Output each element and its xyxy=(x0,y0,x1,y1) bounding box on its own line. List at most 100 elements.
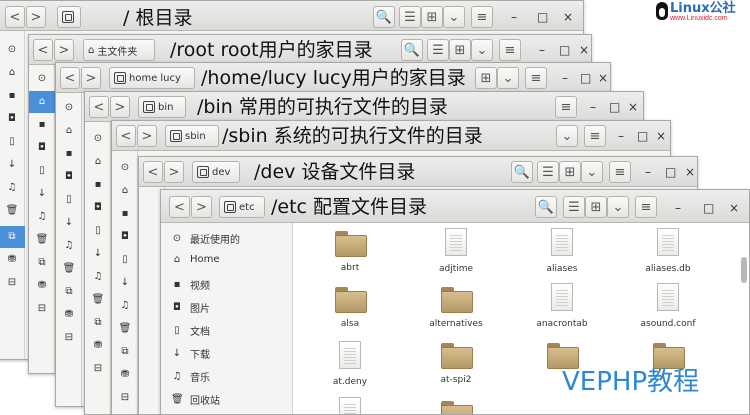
forward-button[interactable]: > xyxy=(110,96,130,118)
minimize-button[interactable]: – xyxy=(590,101,596,113)
path-bar[interactable]: home lucy xyxy=(109,67,195,89)
maximize-button[interactable]: □ xyxy=(703,202,714,214)
path-bar[interactable]: bin xyxy=(138,96,186,118)
file-item[interactable]: adjtime xyxy=(411,228,501,274)
file-item[interactable]: alternatives xyxy=(411,287,501,329)
network-icon[interactable]: ⛃ xyxy=(85,341,111,351)
pictures-icon[interactable]: ◘ xyxy=(85,203,111,213)
documents-icon[interactable]: ▯ xyxy=(29,166,55,176)
home-icon[interactable]: ⌂ xyxy=(56,126,82,136)
maximize-button[interactable]: □ xyxy=(580,72,591,84)
file-item[interactable]: aliases.db xyxy=(623,228,713,274)
back-button[interactable]: < xyxy=(5,6,25,28)
minimize-button[interactable]: – xyxy=(511,11,517,23)
pictures-icon[interactable]: ◘ xyxy=(29,143,55,153)
home-icon[interactable]: ⌂ xyxy=(112,186,138,196)
video-icon[interactable]: ▪ xyxy=(85,180,111,190)
connect-server-icon[interactable]: ⊟ xyxy=(56,333,82,343)
video-icon[interactable]: ▪ xyxy=(112,209,138,219)
forward-button[interactable]: > xyxy=(191,196,212,218)
view-options-button[interactable]: ⌄ xyxy=(607,196,629,218)
forward-button[interactable]: > xyxy=(81,67,101,89)
sidebar-item-music[interactable]: ♫ 音乐 xyxy=(171,369,210,384)
list-view-button[interactable]: ☰ xyxy=(399,6,421,28)
view-options-button[interactable]: ⌄ xyxy=(556,125,578,147)
back-button[interactable]: < xyxy=(60,67,80,89)
music-icon[interactable]: ♫ xyxy=(85,272,111,282)
path-segment-home-folder[interactable]: 主文件夹 xyxy=(97,43,137,58)
close-button[interactable]: × xyxy=(729,202,739,214)
sidebar-item-videos[interactable]: ▪ 视频 xyxy=(171,277,210,292)
recent-icon[interactable]: ⊙ xyxy=(29,74,55,84)
minimize-button[interactable]: – xyxy=(675,202,681,214)
connect-server-icon[interactable]: ⊟ xyxy=(85,364,111,374)
path-bar[interactable]: ⌂ 主文件夹 xyxy=(83,39,155,61)
view-options-button[interactable]: ⌄ xyxy=(443,6,465,28)
documents-icon[interactable]: ▯ xyxy=(85,226,111,236)
path-bar[interactable]: sbin xyxy=(165,125,219,147)
view-options-button[interactable]: ⌄ xyxy=(581,161,603,183)
grid-view-button[interactable]: ⊞ xyxy=(585,196,607,218)
search-button[interactable]: 🔍 xyxy=(535,196,557,218)
list-view-button[interactable]: ☰ xyxy=(427,39,449,61)
maximize-button[interactable]: □ xyxy=(537,11,548,23)
menu-button[interactable]: ≡ xyxy=(471,6,493,28)
file-item[interactable]: anacrontab xyxy=(517,283,607,329)
back-button[interactable]: < xyxy=(169,196,190,218)
sidebar-item-recent[interactable]: ⊙ 最近使用的 xyxy=(171,231,240,246)
home-icon[interactable]: ⌂ xyxy=(85,157,111,167)
network-icon[interactable]: ⛃ xyxy=(112,370,138,380)
filesystem-icon[interactable]: ⧉ xyxy=(56,287,82,297)
forward-button[interactable]: > xyxy=(164,161,184,183)
forward-button[interactable]: > xyxy=(54,39,74,61)
minimize-button[interactable]: – xyxy=(645,166,651,178)
path-segment-bin[interactable]: bin xyxy=(158,102,173,113)
file-item[interactable]: at.deny xyxy=(305,341,395,387)
file-item[interactable]: at-spi2 xyxy=(411,343,501,385)
close-button[interactable]: × xyxy=(598,72,608,84)
file-item[interactable]: aliases xyxy=(517,228,607,274)
list-view-button[interactable]: ☰ xyxy=(563,196,585,218)
trash-icon[interactable]: 🗑 xyxy=(0,206,25,216)
filesystem-icon[interactable]: ⧉ xyxy=(112,347,138,357)
video-icon[interactable]: ▪ xyxy=(29,120,55,130)
pictures-icon[interactable]: ◘ xyxy=(112,232,138,242)
file-item[interactable]: alsa xyxy=(305,287,395,329)
music-icon[interactable]: ♫ xyxy=(112,301,138,311)
path-segment-etc[interactable]: etc xyxy=(239,202,255,213)
trash-icon[interactable]: 🗑 xyxy=(85,295,111,305)
view-options-button[interactable]: ⌄ xyxy=(471,39,493,61)
connect-server-icon[interactable]: ⊟ xyxy=(29,304,55,314)
recent-icon[interactable]: ⊙ xyxy=(56,103,82,113)
grid-view-button[interactable]: ⊞ xyxy=(449,39,471,61)
file-item[interactable] xyxy=(305,397,395,414)
recent-icon[interactable]: ⊙ xyxy=(85,134,111,144)
menu-button[interactable]: ≡ xyxy=(609,161,631,183)
file-item[interactable] xyxy=(411,401,501,414)
grid-view-button[interactable]: ⊞ xyxy=(559,161,581,183)
filesystem-icon[interactable]: ⧉ xyxy=(0,232,25,242)
search-button[interactable]: 🔍 xyxy=(511,161,533,183)
home-icon[interactable]: ⌂ xyxy=(29,97,55,107)
download-icon[interactable]: ↓ xyxy=(85,249,111,259)
music-icon[interactable]: ♫ xyxy=(56,241,82,251)
download-icon[interactable]: ↓ xyxy=(112,278,138,288)
trash-icon[interactable]: 🗑 xyxy=(112,324,138,334)
forward-button[interactable]: > xyxy=(26,6,46,28)
network-icon[interactable]: ⛃ xyxy=(29,281,55,291)
grid-view-button[interactable]: ⊞ xyxy=(421,6,443,28)
menu-button[interactable]: ≡ xyxy=(525,67,547,89)
sidebar-item-downloads[interactable]: ↓ 下载 xyxy=(171,346,210,361)
download-icon[interactable]: ↓ xyxy=(0,160,25,170)
path-segment-sbin[interactable]: sbin xyxy=(185,131,206,142)
minimize-button[interactable]: – xyxy=(562,72,568,84)
search-button[interactable]: 🔍 xyxy=(401,39,423,61)
close-button[interactable]: × xyxy=(628,101,638,113)
path-segment-home[interactable]: home xyxy=(129,73,157,84)
filesystem-icon[interactable]: ⧉ xyxy=(85,318,111,328)
menu-button[interactable]: ≡ xyxy=(584,125,606,147)
grid-view-button[interactable]: ⊞ xyxy=(475,67,497,89)
music-icon[interactable]: ♫ xyxy=(29,212,55,222)
file-item[interactable]: abrt xyxy=(305,231,395,273)
maximize-button[interactable]: □ xyxy=(637,130,648,142)
